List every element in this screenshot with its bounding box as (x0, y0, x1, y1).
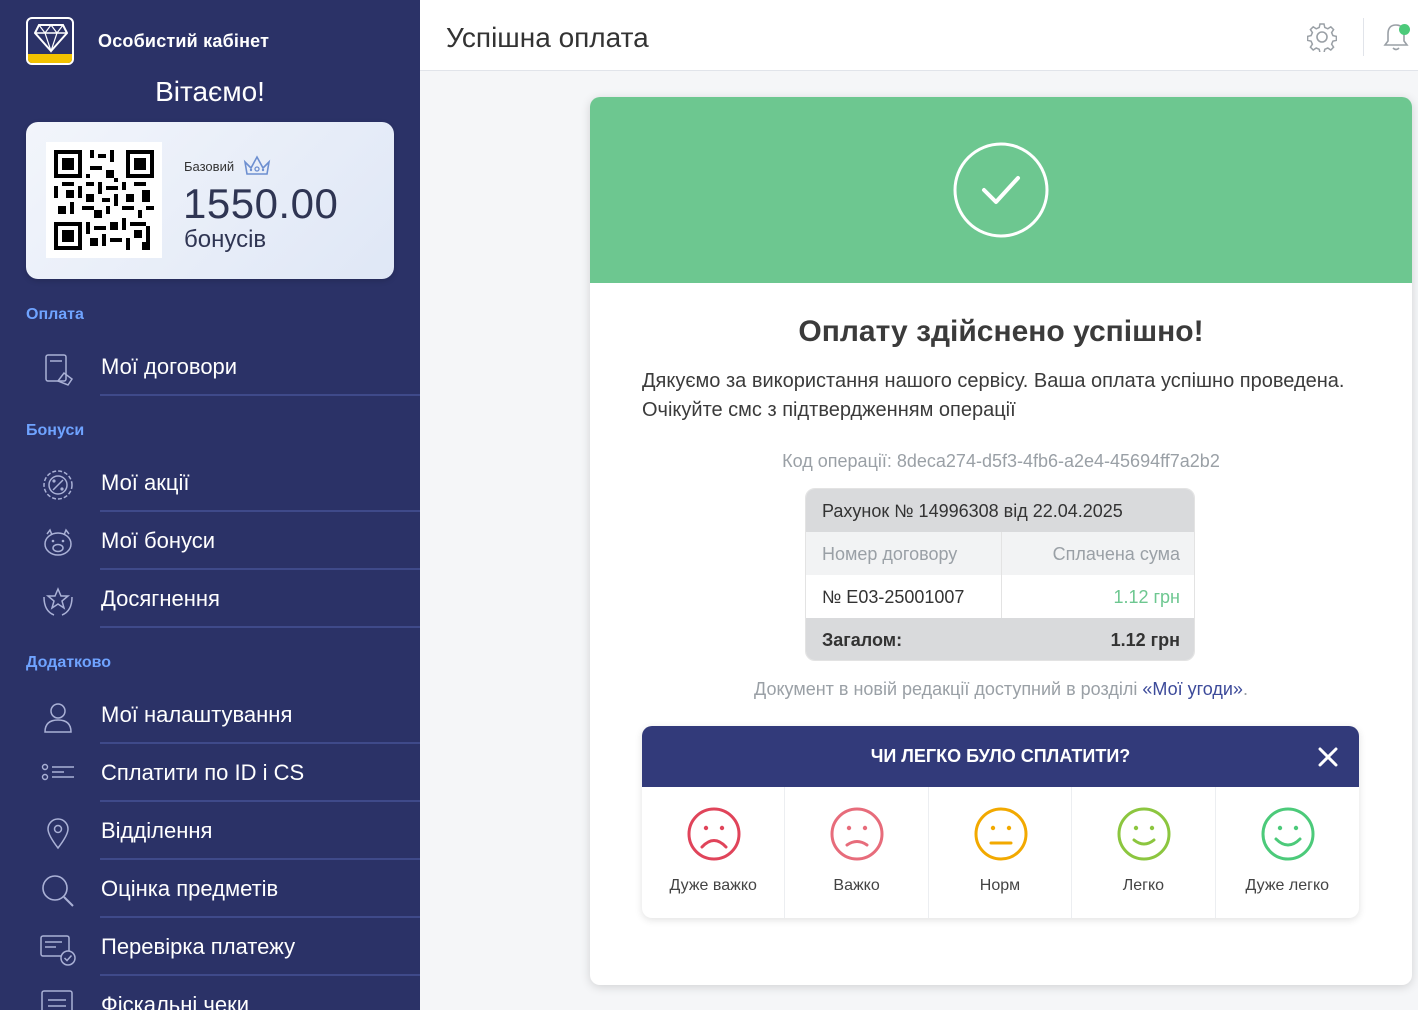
section-title-bonuses: Бонуси (26, 422, 85, 439)
contract-number: № E03-25001007 (822, 587, 965, 607)
diamond-logo-icon (26, 17, 74, 65)
success-title: Оплату здійснено успішно! (798, 315, 1204, 348)
sidebar-item-item-evaluation[interactable]: Оцінка предметів (0, 860, 420, 918)
feedback-very-easy[interactable]: Дуже легко (1216, 787, 1359, 918)
operation-code: Код операції: 8deca274-d5f3-4fb6-a2e4-45… (782, 451, 1220, 471)
contract-icon (45, 354, 74, 386)
sidebar-item-label: Досягнення (101, 586, 220, 611)
feedback-easy[interactable]: Легко (1072, 787, 1216, 918)
sidebar-item-fiscal-receipts[interactable]: Фіскальні чеки (0, 976, 420, 1010)
document-note: Документ в новій редакції доступний в ро… (590, 679, 1412, 700)
feedback-option-label: Норм (979, 877, 1021, 894)
sidebar-item-label: Відділення (101, 818, 213, 843)
invoice-table: Рахунок № 14996308 від 22.04.2025 Номер … (805, 488, 1195, 661)
bonus-tier-label: Базовий (184, 158, 235, 174)
sidebar-item-label: Мої акції (101, 470, 190, 495)
topbar: Успішна оплата (420, 0, 1418, 71)
smile-face-icon (1117, 807, 1171, 861)
feedback-normal[interactable]: Норм (929, 787, 1073, 918)
feedback-very-hard[interactable]: Дуже важко (642, 787, 786, 918)
map-pin-icon (47, 818, 69, 850)
sidebar: Особистий кабінет Вітаємо! Базовий 1550.… (0, 0, 420, 1010)
document-note-tail: . (1242, 679, 1248, 699)
my-agreements-link[interactable]: «Мої угоди» (1142, 679, 1243, 699)
paid-amount: 1.12 грн (1113, 587, 1180, 607)
feedback-options: Дуже важко Важко Норм Легко Дуже легко (642, 787, 1359, 918)
page-title: Успішна оплата (446, 22, 649, 53)
list-icon (41, 763, 74, 781)
section-title-extra: Додатково (26, 654, 112, 671)
sidebar-item-label: Фіскальні чеки (101, 992, 250, 1010)
payment-check-icon (40, 935, 76, 966)
magnifier-icon (42, 875, 74, 907)
brand-title: Особистий кабінет (98, 30, 270, 51)
neutral-face-icon (974, 807, 1028, 861)
total-row: Загалом: 1.12 грн (806, 618, 1194, 660)
sidebar-item-my-bonuses[interactable]: Мої бонуси (0, 512, 420, 570)
invoice-header: Рахунок № 14996308 від 22.04.2025 (806, 489, 1194, 532)
sidebar-item-my-promotions[interactable]: Мої акції (0, 454, 420, 512)
laurel-star-icon (43, 587, 73, 616)
feedback-hard[interactable]: Важко (785, 787, 929, 918)
col-contract-number: Номер договору (822, 544, 958, 564)
very-sad-face-icon (687, 807, 741, 861)
welcome-text: Вітаємо! (155, 76, 265, 107)
gear-icon[interactable] (1307, 22, 1337, 52)
sidebar-item-label: Перевірка платежу (101, 934, 296, 959)
percent-badge-icon (43, 470, 73, 500)
sidebar-item-payment-check[interactable]: Перевірка платежу (0, 918, 420, 976)
notification-dot (1399, 24, 1410, 35)
receipt-icon (41, 990, 73, 1010)
bonus-unit: бонусів (184, 226, 267, 253)
brand[interactable]: Особистий кабінет (26, 17, 269, 65)
table-header-row: Номер договору Сплачена сума (806, 532, 1194, 575)
sidebar-item-my-settings[interactable]: Мої налаштування (0, 686, 420, 744)
close-icon[interactable] (1315, 744, 1341, 770)
feedback-option-label: Дуже легко (1245, 877, 1330, 894)
total-amount: 1.12 грн (1110, 630, 1180, 650)
sidebar-item-label: Сплатити по ID і CS (101, 760, 305, 785)
success-banner (590, 97, 1412, 283)
sidebar-item-achievements[interactable]: Досягнення (0, 570, 420, 628)
sidebar-item-label: Мої бонуси (101, 528, 216, 553)
payment-result-card: Оплату здійснено успішно! Дякуємо за вик… (590, 97, 1412, 985)
happy-face-icon (1261, 807, 1315, 861)
feedback-title: ЧИ ЛЕГКО БУЛО СПЛАТИТИ? (870, 746, 1131, 766)
sidebar-item-label: Мої договори (101, 354, 238, 379)
feedback-option-label: Важко (833, 877, 880, 894)
table-row: № E03-25001007 1.12 грн (806, 575, 1194, 618)
sad-face-icon (830, 807, 884, 861)
user-icon (44, 703, 72, 733)
total-label: Загалом: (822, 630, 903, 650)
sidebar-item-my-contracts[interactable]: Мої договори (0, 338, 420, 396)
document-note-text: Документ в новій редакції доступний в ро… (754, 679, 1143, 699)
sidebar-item-label: Оцінка предметів (101, 876, 279, 901)
crown-icon (243, 155, 271, 175)
success-message: Дякуємо за використання нашого сервісу. … (642, 370, 1345, 421)
bonus-amount: 1550.00 (183, 180, 339, 227)
piggy-bank-icon (44, 528, 72, 556)
col-paid-amount: Сплачена сума (1052, 544, 1180, 564)
sidebar-item-label: Мої налаштування (101, 702, 293, 727)
feedback-widget: ЧИ ЛЕГКО БУЛО СПЛАТИТИ? Дуже важко Важко… (642, 726, 1359, 918)
feedback-option-label: Легко (1122, 877, 1165, 894)
bonus-card[interactable]: Базовий 1550.00 бонусів (26, 122, 394, 279)
section-title-payment: Оплата (26, 306, 84, 323)
qr-code-icon (46, 142, 162, 258)
feedback-header: ЧИ ЛЕГКО БУЛО СПЛАТИТИ? (642, 726, 1359, 787)
feedback-option-label: Дуже важко (669, 877, 757, 894)
sidebar-item-pay-by-id[interactable]: Сплатити по ID і CS (0, 744, 420, 802)
invoice-title: Рахунок № 14996308 від 22.04.2025 (822, 501, 1123, 521)
bonus-tier: Базовий (184, 154, 272, 178)
sidebar-item-branches[interactable]: Відділення (0, 802, 420, 860)
check-circle-icon (953, 142, 1049, 238)
